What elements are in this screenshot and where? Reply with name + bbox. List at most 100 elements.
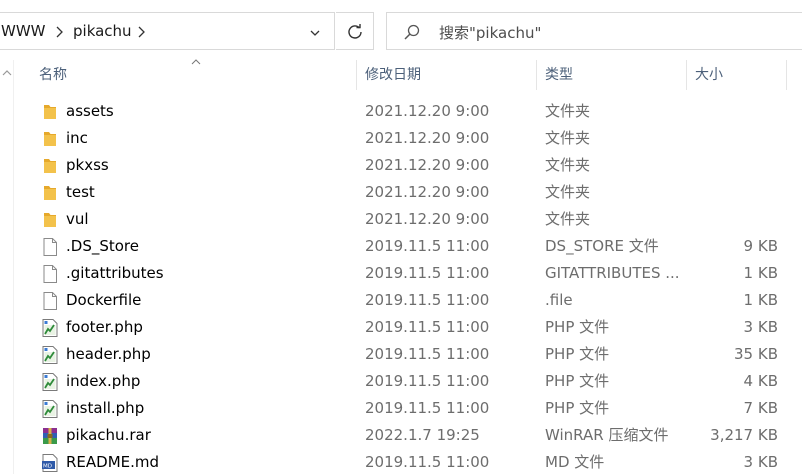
rar-archive-icon bbox=[40, 426, 60, 446]
column-divider[interactable] bbox=[356, 60, 357, 90]
file-size: 3,217 KB bbox=[710, 426, 778, 444]
file-modified-date: 2021.12.20 9:00 bbox=[365, 156, 490, 174]
file-modified-date: 2019.11.5 11:00 bbox=[365, 237, 490, 255]
file-size bbox=[694, 152, 778, 179]
file-type: 文件夹 bbox=[545, 102, 591, 120]
file-modified-date: 2019.11.5 11:00 bbox=[365, 318, 490, 336]
refresh-icon bbox=[348, 24, 362, 39]
column-header-name[interactable]: 名称 bbox=[39, 60, 67, 90]
file-type: 文件夹 bbox=[545, 183, 591, 201]
file-size: 4 KB bbox=[743, 372, 778, 390]
file-row[interactable]: header.php 2019.11.5 11:00 PHP 文件 35 KB bbox=[14, 341, 802, 368]
file-name: install.php bbox=[66, 399, 145, 417]
file-name: footer.php bbox=[66, 318, 143, 336]
file-modified-date: 2021.12.20 9:00 bbox=[365, 210, 490, 228]
php-file-icon bbox=[40, 345, 60, 365]
file-size: 9 KB bbox=[743, 237, 778, 255]
file-type: DS_STORE 文件 bbox=[545, 237, 659, 255]
file-type: PHP 文件 bbox=[545, 318, 610, 336]
folder-icon bbox=[40, 102, 60, 122]
file-row[interactable]: pikachu.rar 2022.1.7 19:25 WinRAR 压缩文件 3,21… bbox=[14, 422, 802, 449]
file-row[interactable]: .DS_Store 2019.11.5 11:00 DS_STORE 文件 9 KB bbox=[14, 233, 802, 260]
file-name: inc bbox=[66, 129, 88, 147]
file-name: header.php bbox=[66, 345, 151, 363]
file-row[interactable]: MD README.md 2019.11.5 11:00 MD 文件 3 KB bbox=[14, 449, 802, 474]
column-divider[interactable] bbox=[686, 60, 687, 90]
file-icon bbox=[40, 291, 60, 311]
file-size bbox=[694, 206, 778, 233]
file-row[interactable]: vul 2021.12.20 9:00 文件夹 bbox=[14, 206, 802, 233]
file-type: 文件夹 bbox=[545, 129, 591, 147]
file-row[interactable]: inc 2021.12.20 9:00 文件夹 bbox=[14, 125, 802, 152]
php-file-icon bbox=[40, 399, 60, 419]
column-header-size[interactable]: 大小 bbox=[695, 60, 723, 90]
navigation-bar: WWW pikachu 搜索"pikachu" bbox=[0, 0, 802, 60]
address-bar[interactable]: WWW pikachu bbox=[0, 12, 335, 50]
file-size: 35 KB bbox=[734, 345, 778, 363]
chevron-down-icon[interactable] bbox=[304, 25, 326, 41]
file-name: pikachu.rar bbox=[66, 426, 151, 444]
file-type: PHP 文件 bbox=[545, 399, 610, 417]
file-modified-date: 2019.11.5 11:00 bbox=[365, 345, 490, 363]
file-modified-date: 2022.1.7 19:25 bbox=[365, 426, 480, 444]
file-row[interactable]: install.php 2019.11.5 11:00 PHP 文件 7 KB bbox=[14, 395, 802, 422]
breadcrumb-pikachu[interactable]: pikachu bbox=[73, 22, 132, 40]
search-placeholder: 搜索"pikachu" bbox=[439, 24, 542, 42]
file-name: README.md bbox=[66, 453, 160, 471]
file-name: Dockerfile bbox=[66, 291, 142, 309]
column-header-type[interactable]: 类型 bbox=[545, 60, 573, 90]
file-type: PHP 文件 bbox=[545, 372, 610, 390]
file-row[interactable]: index.php 2019.11.5 11:00 PHP 文件 4 KB bbox=[14, 368, 802, 395]
file-modified-date: 2019.11.5 11:00 bbox=[365, 399, 490, 417]
php-file-icon bbox=[40, 372, 60, 392]
file-type: WinRAR 压缩文件 bbox=[545, 426, 669, 444]
file-icon bbox=[40, 237, 60, 257]
file-row[interactable]: pkxss 2021.12.20 9:00 文件夹 bbox=[14, 152, 802, 179]
breadcrumb-www[interactable]: WWW bbox=[1, 22, 46, 40]
file-row[interactable]: Dockerfile 2019.11.5 11:00 .file 1 KB bbox=[14, 287, 802, 314]
file-icon bbox=[40, 264, 60, 284]
file-row[interactable]: .gitattributes 2019.11.5 11:00 GITATTRIBUT… bbox=[14, 260, 802, 287]
file-type: GITATTRIBUTES ... bbox=[545, 264, 680, 282]
file-name: test bbox=[66, 183, 95, 201]
file-row[interactable]: assets 2021.12.20 9:00 文件夹 bbox=[14, 98, 802, 125]
folder-icon bbox=[40, 156, 60, 176]
refresh-button[interactable] bbox=[336, 12, 374, 50]
file-modified-date: 2019.11.5 11:00 bbox=[365, 291, 490, 309]
file-type: MD 文件 bbox=[545, 453, 605, 471]
folder-icon bbox=[40, 129, 60, 149]
scroll-up-icon[interactable] bbox=[1, 68, 13, 78]
column-header-row: 名称 修改日期 类型 大小 bbox=[14, 59, 802, 90]
file-name: .gitattributes bbox=[66, 264, 164, 282]
file-size: 7 KB bbox=[743, 399, 778, 417]
file-size: 1 KB bbox=[743, 264, 778, 282]
file-modified-date: 2019.11.5 11:00 bbox=[365, 453, 490, 471]
chevron-right-icon[interactable] bbox=[135, 24, 147, 40]
file-modified-date: 2019.11.5 11:00 bbox=[365, 372, 490, 390]
column-divider[interactable] bbox=[536, 60, 537, 90]
navigation-pane[interactable] bbox=[0, 60, 14, 474]
file-type: 文件夹 bbox=[545, 210, 591, 228]
file-name: vul bbox=[66, 210, 89, 228]
file-modified-date: 2021.12.20 9:00 bbox=[365, 129, 490, 147]
file-size: 1 KB bbox=[743, 291, 778, 309]
file-explorer-window: WWW pikachu 搜索"pikachu" 名称 修改日期 类型 大小 as… bbox=[0, 0, 802, 474]
file-size: 3 KB bbox=[743, 453, 778, 471]
file-row[interactable]: footer.php 2019.11.5 11:00 PHP 文件 3 KB bbox=[14, 314, 802, 341]
search-input[interactable]: 搜索"pikachu" bbox=[386, 12, 802, 50]
file-modified-date: 2019.11.5 11:00 bbox=[365, 264, 490, 282]
file-modified-date: 2021.12.20 9:00 bbox=[365, 183, 490, 201]
search-icon bbox=[404, 24, 420, 40]
file-row[interactable]: test 2021.12.20 9:00 文件夹 bbox=[14, 179, 802, 206]
file-name: .DS_Store bbox=[66, 237, 139, 255]
php-file-icon bbox=[40, 318, 60, 338]
chevron-right-icon[interactable] bbox=[53, 24, 65, 40]
column-divider[interactable] bbox=[786, 60, 787, 90]
column-header-date[interactable]: 修改日期 bbox=[365, 60, 421, 90]
file-size bbox=[694, 179, 778, 206]
md-file-icon: MD bbox=[40, 453, 60, 473]
sort-ascending-icon bbox=[191, 59, 201, 65]
folder-icon bbox=[40, 183, 60, 203]
file-size bbox=[694, 98, 778, 125]
svg-text:MD: MD bbox=[43, 464, 52, 470]
